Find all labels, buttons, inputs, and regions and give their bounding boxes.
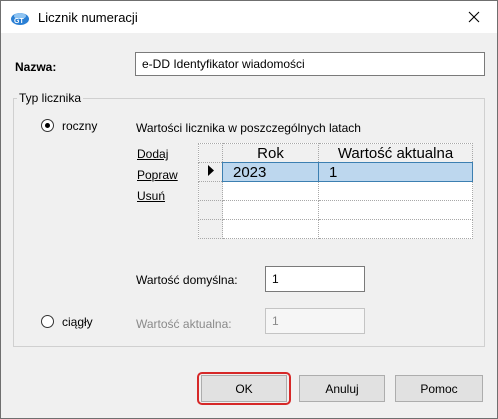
current-row-arrow-icon <box>207 165 214 176</box>
yearly-values-table: Rok Wartość aktualna 2023 1 <box>198 143 473 239</box>
close-button[interactable] <box>451 1 497 33</box>
edit-link[interactable]: Popraw <box>137 168 178 182</box>
ok-button[interactable]: OK <box>201 375 287 402</box>
dialog-window: GT Licznik numeracji Nazwa: Typ licznika… <box>0 0 498 419</box>
yearly-caption: Wartości licznika w poszczególnych latac… <box>136 121 361 135</box>
table-row-empty <box>198 181 473 201</box>
table-cell-value[interactable]: 1 <box>318 162 473 182</box>
table-cell-year[interactable]: 2023 <box>222 162 319 182</box>
radio-ciagly-label[interactable]: ciągły <box>62 315 93 329</box>
default-value-label: Wartość domyślna: <box>136 273 238 287</box>
table-row-empty <box>198 219 473 239</box>
table-row-empty <box>198 200 473 220</box>
help-button[interactable]: Pomoc <box>395 375 483 402</box>
radio-ciagly[interactable] <box>41 315 54 328</box>
radio-selected-dot <box>45 123 50 128</box>
licznik-app-icon: GT <box>11 13 29 25</box>
current-value-label: Wartość aktualna: <box>136 317 232 331</box>
delete-link[interactable]: Usuń <box>137 189 165 203</box>
radio-roczny-label[interactable]: roczny <box>62 119 97 133</box>
table-header-row: Rok Wartość aktualna <box>198 143 473 163</box>
counter-type-legend: Typ licznika <box>17 91 84 105</box>
name-input[interactable] <box>135 52 485 76</box>
title-bar: GT Licznik numeracji <box>1 1 497 33</box>
row-indicator-header <box>198 143 223 163</box>
cancel-button[interactable]: Anuluj <box>299 375 385 402</box>
window-title: Licznik numeracji <box>38 10 138 25</box>
table-row[interactable]: 2023 1 <box>198 162 473 182</box>
column-header-rok[interactable]: Rok <box>222 143 319 163</box>
add-link[interactable]: Dodaj <box>137 147 168 161</box>
row-indicator <box>198 162 223 182</box>
current-value-input: 1 <box>265 308 365 334</box>
radio-roczny[interactable] <box>41 119 54 132</box>
svg-text:GT: GT <box>14 18 24 25</box>
default-value-input[interactable]: 1 <box>265 266 365 292</box>
close-icon <box>468 11 480 23</box>
column-header-wartosc[interactable]: Wartość aktualna <box>318 143 473 163</box>
name-label: Nazwa: <box>15 60 57 74</box>
